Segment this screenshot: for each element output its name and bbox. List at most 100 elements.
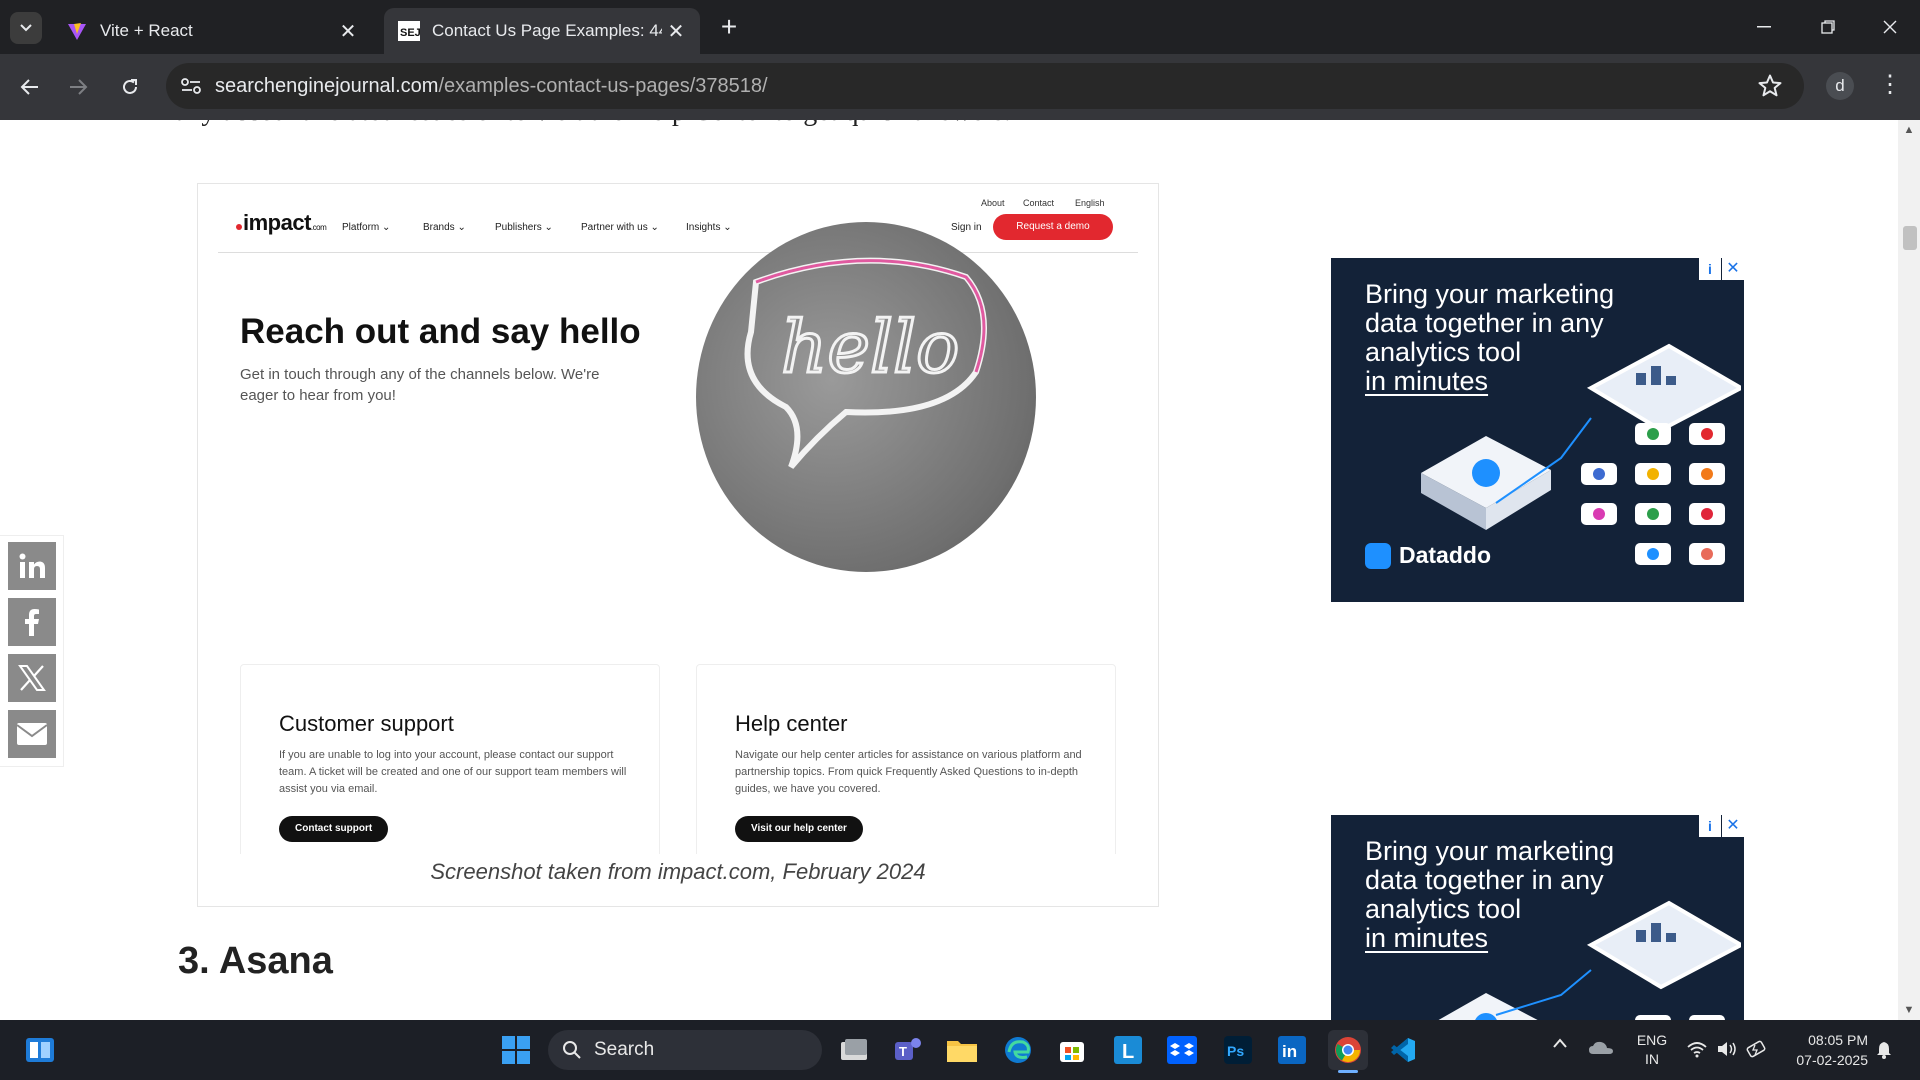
system-clock[interactable]: 08:05 PM 07-02-2025 xyxy=(1788,1030,1868,1070)
volume-icon[interactable] xyxy=(1716,1040,1738,1061)
start-windows-icon[interactable] xyxy=(496,1030,536,1070)
linkedin-app-icon[interactable]: in xyxy=(1272,1030,1312,1070)
section-heading: 3. Asana xyxy=(178,940,333,982)
profile-avatar[interactable]: d xyxy=(1826,72,1854,100)
x-icon xyxy=(18,665,46,691)
clock-date: 07-02-2025 xyxy=(1796,1052,1868,1068)
card-body: If you are unable to log into your accou… xyxy=(279,749,627,795)
clock-time: 08:05 PM xyxy=(1808,1032,1868,1048)
back-button[interactable] xyxy=(12,69,48,105)
impact-logo: impact.com xyxy=(236,210,327,236)
arrow-left-icon xyxy=(20,79,38,95)
vscode-icon[interactable] xyxy=(1382,1030,1422,1070)
wifi-icon[interactable] xyxy=(1686,1040,1708,1061)
tab-title: Contact Us Page Examples: 44 D xyxy=(432,21,662,40)
battery-icon[interactable] xyxy=(1746,1040,1768,1061)
close-window-button[interactable] xyxy=(1858,0,1920,54)
share-email-button[interactable] xyxy=(8,710,56,758)
svg-text:SEJ: SEJ xyxy=(400,27,420,39)
impact-hero-title: Reach out and say hello xyxy=(240,312,641,351)
impact-top-link: About xyxy=(981,198,1005,208)
impact-hero-subtitle: Get in touch through any of the channels… xyxy=(240,366,600,404)
article-text-fragment: any account-related issues or to visit t… xyxy=(175,120,1011,128)
ad-close-icon[interactable]: ✕ xyxy=(1722,815,1744,837)
taskbar-search[interactable]: Search xyxy=(548,1030,822,1070)
file-explorer-icon[interactable] xyxy=(942,1030,982,1070)
scrollbar-thumb[interactable] xyxy=(1903,226,1917,250)
facebook-icon xyxy=(25,609,39,636)
close-tab-icon[interactable]: ✕ xyxy=(334,17,362,45)
onedrive-icon[interactable] xyxy=(1588,1038,1614,1059)
reload-button[interactable] xyxy=(112,69,148,105)
page-scrollbar[interactable] xyxy=(1898,120,1920,1020)
svg-text:T: T xyxy=(899,1044,907,1059)
app-l-icon[interactable]: L xyxy=(1108,1030,1148,1070)
svg-text:hello: hello xyxy=(781,305,959,389)
language-indicator[interactable]: ENG IN xyxy=(1634,1031,1670,1069)
browser-menu-icon[interactable]: ⋮ xyxy=(1876,72,1904,100)
active-app-indicator xyxy=(1338,1070,1358,1073)
dataddo-ad[interactable]: i ✕ Bring your marketing data together in… xyxy=(1331,258,1744,602)
edge-icon[interactable] xyxy=(998,1030,1038,1070)
scroll-up-icon[interactable]: ▲ xyxy=(1898,122,1920,138)
show-hidden-icons[interactable] xyxy=(1552,1036,1568,1052)
ad-illustration xyxy=(1438,900,1741,1020)
url-host: searchenginejournal.com xyxy=(215,75,439,97)
card-body: Navigate our help center articles for as… xyxy=(735,749,1082,795)
tab-vite-react[interactable]: Vite + React ✕ xyxy=(52,8,372,54)
notification-bell-icon[interactable] xyxy=(1874,1040,1894,1063)
contact-support-button: Contact support xyxy=(279,816,389,842)
store-icon[interactable] xyxy=(1052,1030,1092,1070)
ad-info-icon[interactable]: i xyxy=(1699,258,1721,280)
ad-close-icon[interactable]: ✕ xyxy=(1722,258,1744,280)
chrome-icon[interactable] xyxy=(1328,1030,1368,1070)
teams-icon[interactable]: T xyxy=(888,1030,928,1070)
impact-screenshot: About Contact English impact.com Platfor… xyxy=(198,184,1158,854)
svg-text:L: L xyxy=(1122,1041,1134,1063)
visit-help-center-button: Visit our help center xyxy=(735,816,863,842)
minimize-button[interactable] xyxy=(1732,0,1796,54)
web-page: any account-related issues or to visit t… xyxy=(0,120,1898,1020)
widgets-icon[interactable] xyxy=(20,1030,60,1070)
tab-sej-contact[interactable]: SEJ Contact Us Page Examples: 44 D ✕ xyxy=(384,8,700,54)
share-linkedin-button[interactable] xyxy=(8,542,56,590)
tab-search-button[interactable] xyxy=(10,12,42,44)
restore-button[interactable] xyxy=(1796,0,1860,54)
new-tab-button[interactable]: + xyxy=(714,12,744,42)
vite-logo-icon xyxy=(66,20,88,42)
dataddo-ad-2[interactable]: i ✕ Bring your marketing data together in… xyxy=(1331,815,1744,1020)
close-icon xyxy=(1883,20,1897,34)
ad-info-icon[interactable]: i xyxy=(1699,815,1721,837)
scroll-down-icon[interactable]: ▼ xyxy=(1898,1002,1920,1018)
close-tab-icon[interactable]: ✕ xyxy=(662,17,690,45)
url-text[interactable]: searchenginejournal.com/examples-contact… xyxy=(215,73,768,99)
forward-button[interactable] xyxy=(60,69,96,105)
impact-top-link: Contact xyxy=(1023,198,1055,208)
impact-nav-item: Publishers ⌄ xyxy=(495,222,553,233)
email-icon xyxy=(16,723,48,745)
share-x-button[interactable] xyxy=(8,654,56,702)
card-title: Customer support xyxy=(279,711,454,736)
share-bar xyxy=(0,535,64,767)
tab-title: Vite + React xyxy=(100,21,193,40)
dataddo-logo-icon xyxy=(1365,542,1391,569)
minimize-icon xyxy=(1757,26,1771,28)
task-view-icon[interactable] xyxy=(834,1030,874,1070)
photoshop-icon[interactable]: Ps xyxy=(1218,1030,1258,1070)
dropbox-icon[interactable] xyxy=(1162,1030,1202,1070)
impact-nav-item: Platform ⌄ xyxy=(342,222,391,233)
chevron-up-icon xyxy=(1553,1038,1567,1048)
bookmark-star-icon[interactable] xyxy=(1756,72,1784,100)
impact-nav-item: Partner with us ⌄ xyxy=(581,222,659,233)
impact-top-link: English xyxy=(1075,198,1105,208)
help-center-card: Help center Navigate our help center art… xyxy=(696,664,1116,854)
share-facebook-button[interactable] xyxy=(8,598,56,646)
chevron-down-icon xyxy=(20,24,32,32)
svg-text:Ps: Ps xyxy=(1227,1043,1244,1059)
search-icon xyxy=(563,1041,581,1059)
site-info-icon[interactable] xyxy=(178,74,206,98)
impact-nav-item: Brands ⌄ xyxy=(423,222,466,233)
arrow-right-icon xyxy=(70,79,88,95)
restore-icon xyxy=(1821,20,1835,34)
customer-support-card: Customer support If you are unable to lo… xyxy=(240,664,660,854)
